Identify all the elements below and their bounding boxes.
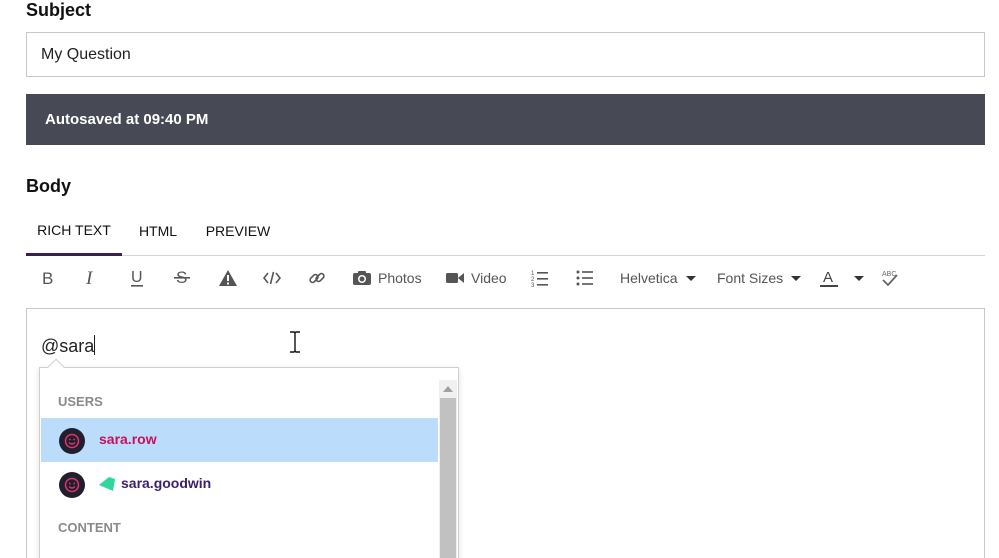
chevron-down-icon bbox=[791, 275, 802, 281]
bulleted-list-button[interactable] bbox=[576, 264, 594, 292]
italic-button[interactable]: I bbox=[84, 264, 100, 292]
dropdown-scrollbar[interactable] bbox=[439, 380, 457, 558]
tab-preview[interactable]: PREVIEW bbox=[198, 206, 278, 256]
camera-icon bbox=[353, 271, 371, 285]
text-color-icon: A bbox=[820, 269, 838, 287]
underline-button[interactable]: U bbox=[129, 264, 145, 292]
bold-icon: B bbox=[42, 269, 53, 287]
warning-button[interactable] bbox=[218, 264, 238, 292]
video-button[interactable]: Video bbox=[445, 264, 507, 292]
body-label: Body bbox=[26, 176, 71, 196]
svg-text:I: I bbox=[85, 269, 94, 287]
text-color-button[interactable]: A bbox=[820, 264, 864, 292]
content-section-header: CONTENT bbox=[58, 520, 121, 535]
ibeam-cursor-icon bbox=[290, 331, 300, 353]
autosave-banner: Autosaved at 09:40 PM bbox=[26, 94, 985, 145]
smiley-icon bbox=[64, 433, 80, 449]
text-cursor bbox=[94, 335, 96, 355]
tab-rich-text[interactable]: RICH TEXT bbox=[26, 206, 122, 256]
users-section-header: USERS bbox=[58, 394, 103, 409]
mention-option-sara-goodwin[interactable]: sara.goodwin bbox=[41, 462, 438, 506]
avatar bbox=[59, 472, 85, 498]
chevron-down-icon bbox=[685, 275, 696, 281]
svg-text:B: B bbox=[42, 269, 53, 287]
font-family-value: Helvetica bbox=[620, 270, 678, 286]
autosave-text: Autosaved at 09:40 PM bbox=[45, 111, 209, 128]
spellcheck-icon: ABC bbox=[882, 271, 898, 287]
font-sizes-select[interactable]: Font Sizes bbox=[717, 264, 802, 292]
svg-text:U: U bbox=[131, 269, 143, 286]
svg-text:3: 3 bbox=[531, 283, 535, 287]
rank-badge-icon bbox=[99, 477, 115, 491]
editor-toolbar: B I U S Photos Video 123 Helvetica Font … bbox=[26, 258, 985, 298]
scroll-up-arrow-icon[interactable] bbox=[443, 386, 453, 392]
video-icon bbox=[446, 273, 464, 283]
scroll-thumb[interactable] bbox=[440, 398, 456, 558]
username: sara.row bbox=[99, 431, 157, 447]
italic-icon: I bbox=[85, 269, 94, 287]
photos-button[interactable]: Photos bbox=[352, 264, 422, 292]
username: sara.goodwin bbox=[121, 475, 212, 491]
bulleted-list-icon bbox=[576, 270, 593, 286]
font-sizes-label: Font Sizes bbox=[717, 270, 784, 286]
mention-dropdown: USERS sara.row sara.goodwin CONTENT bbox=[39, 358, 459, 558]
ordered-list-icon: 123 bbox=[531, 271, 548, 287]
tab-html[interactable]: HTML bbox=[130, 206, 186, 256]
editor-tabs: RICH TEXT HTML PREVIEW bbox=[26, 206, 985, 256]
video-label: Video bbox=[471, 270, 507, 286]
code-button[interactable] bbox=[263, 264, 281, 292]
photos-label: Photos bbox=[378, 270, 422, 286]
warning-icon bbox=[219, 270, 237, 286]
editor-text: @sara bbox=[41, 335, 96, 357]
subject-input[interactable] bbox=[26, 32, 985, 77]
avatar bbox=[59, 428, 85, 454]
smiley-icon bbox=[64, 477, 80, 493]
subject-label: Subject bbox=[26, 0, 92, 20]
strikethrough-button[interactable]: S bbox=[174, 264, 190, 292]
link-button[interactable] bbox=[308, 264, 326, 292]
font-family-select[interactable]: Helvetica bbox=[620, 264, 696, 292]
chevron-down-icon bbox=[854, 275, 864, 281]
mention-option-sara-row[interactable]: sara.row bbox=[41, 418, 438, 462]
mention-query: @sara bbox=[41, 336, 95, 356]
bold-button[interactable]: B bbox=[40, 264, 56, 292]
underline-icon: U bbox=[131, 269, 143, 287]
svg-text:A: A bbox=[823, 269, 833, 286]
strikethrough-icon: S bbox=[174, 268, 190, 287]
spellcheck-button[interactable]: ABC bbox=[881, 264, 899, 292]
code-icon bbox=[263, 271, 281, 285]
link-icon bbox=[309, 272, 325, 284]
ordered-list-button[interactable]: 123 bbox=[531, 264, 549, 292]
